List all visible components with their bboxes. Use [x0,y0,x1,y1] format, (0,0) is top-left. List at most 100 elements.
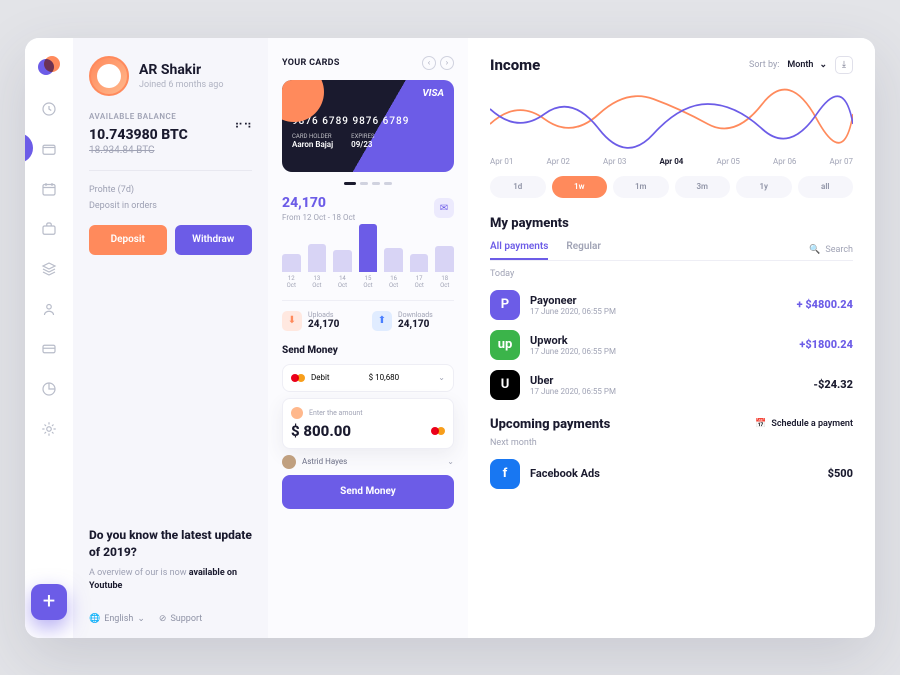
payment-date: 17 June 2020, 06:55 PM [530,347,616,356]
date-label[interactable]: Apr 02 [547,157,570,166]
card-icon[interactable] [40,340,58,358]
logo [38,56,60,78]
merchant-icon: f [490,459,520,489]
credit-card[interactable]: VISA 9876 6789 9876 6789 CARD HOLDERAaro… [282,80,454,172]
add-button[interactable]: + [31,584,67,620]
range-pill[interactable]: 1m [613,176,669,198]
income-chart [490,84,853,149]
range-pill[interactable]: all [798,176,854,198]
contact-select[interactable]: Astrid Hayes⌄ [282,455,454,469]
main-panel: Income Sort by: Month⌄ ⤓ Apr 01Apr 02Apr… [468,38,875,638]
layers-icon[interactable] [40,260,58,278]
avatar[interactable] [89,56,129,96]
bar-item[interactable]: 16Oct [384,248,403,289]
payment-row[interactable]: f Facebook Ads $500 [490,454,853,494]
range-pill[interactable]: 1w [552,176,608,198]
profile-panel: AR Shakir Joined 6 months ago AVAILABLE … [73,38,268,638]
card-brand: VISA [422,88,444,99]
active-indicator [25,133,33,163]
user-icon[interactable] [40,300,58,318]
download-button[interactable]: ⤓ [835,56,853,74]
amount-input[interactable]: $ 800.00 [291,422,351,440]
withdraw-button[interactable]: Withdraw [175,225,253,255]
cards-title: YOUR CARDS [282,58,340,68]
tab-regular[interactable]: Regular [566,241,601,260]
debit-select[interactable]: Debit $ 10,680 ⌄ [282,364,454,392]
schedule-button[interactable]: 📅 Schedule a payment [755,419,853,429]
support-link[interactable]: ⊘ Support [159,614,202,624]
payment-date: 17 June 2020, 06:55 PM [530,307,616,316]
payment-row[interactable]: PPayoneer17 June 2020, 06:55 PM+ $4800.2… [490,285,853,325]
balance-label: AVAILABLE BALANCE [89,112,252,121]
merchant-name: Uber [530,374,616,387]
download-icon: ⬆ [372,311,392,331]
date-label[interactable]: Apr 05 [717,157,740,166]
bar-item[interactable]: 12Oct [282,254,301,289]
payment-row[interactable]: upUpwork17 June 2020, 06:55 PM+$1800.24 [490,325,853,365]
date-label[interactable]: Apr 01 [490,157,513,166]
bar-item[interactable]: 18Oct [435,246,454,289]
card-pagination[interactable] [282,182,454,185]
bar-item[interactable]: 17Oct [410,254,429,289]
message-button[interactable]: ✉ [434,198,454,218]
weekly-bars: 12Oct13Oct14Oct15Oct16Oct17Oct18Oct [282,232,454,290]
date-label[interactable]: Apr 06 [773,157,796,166]
merchant-name: Facebook Ads [530,467,600,480]
app-window: + AR Shakir Joined 6 months ago AVAILABL… [25,38,875,638]
recipient-avatar [291,407,303,419]
payment-list: PPayoneer17 June 2020, 06:55 PM+ $4800.2… [490,285,853,405]
merchant-name: Payoneer [530,294,616,307]
divider [89,170,252,171]
deposit-button[interactable]: Deposit [89,225,167,255]
news-body: A overview of our is now available on Yo… [89,567,252,594]
downloads-value: 24,170 [398,319,433,330]
tab-all-payments[interactable]: All payments [490,241,548,260]
next-card-button[interactable]: › [440,56,454,70]
sparkline-icon: ⠋⠙ [234,121,252,135]
upcoming-title: Upcoming payments [490,417,610,432]
dashboard-icon[interactable] [40,100,58,118]
card-holder: Aaron Bajaj [292,140,333,149]
group-next-month: Next month [490,438,853,448]
payment-amount: $500 [828,467,853,480]
mastercard-icon [291,373,305,383]
language-select[interactable]: 🌐 English ⌄ [89,614,145,624]
orders-label: Deposit in orders [89,201,252,211]
news-title: Do you know the latest update of 2019? [89,527,252,561]
user-joined: Joined 6 months ago [139,80,224,90]
upload-icon: ⬇ [282,311,302,331]
news-card: Do you know the latest update of 2019? A… [89,527,252,594]
merchant-icon: U [490,370,520,400]
user-name: AR Shakir [139,62,224,78]
payment-row[interactable]: UUber17 June 2020, 06:55 PM-$24.32 [490,365,853,405]
card-expiry: 09/23 [351,140,374,149]
bar-item[interactable]: 14Oct [333,250,352,289]
range-pill[interactable]: 3m [675,176,731,198]
date-label[interactable]: Apr 07 [830,157,853,166]
range-pill[interactable]: 1y [736,176,792,198]
briefcase-icon[interactable] [40,220,58,238]
cards-panel: YOUR CARDS ‹ › VISA 9876 6789 9876 6789 … [268,38,468,638]
income-title: Income [490,56,540,74]
payments-title: My payments [490,216,853,231]
bar-item[interactable]: 13Oct [308,244,327,289]
mastercard-icon [431,426,445,436]
date-labels: Apr 01 Apr 02 Apr 03 Apr 04 Apr 05 Apr 06 Apr … [490,157,853,166]
bar-item[interactable]: 15Oct [359,224,378,289]
date-label[interactable]: Apr 04 [660,157,684,166]
calendar-icon[interactable] [40,180,58,198]
pie-icon[interactable] [40,380,58,398]
send-money-button[interactable]: Send Money [282,475,454,509]
amount-input-card: Enter the amount $ 800.00 [282,398,454,449]
search-input[interactable]: 🔍 Search [809,245,853,255]
stat-value: 24,170 [282,195,355,211]
range-pill[interactable]: 1d [490,176,546,198]
wallet-icon[interactable] [40,140,58,158]
settings-icon[interactable] [40,420,58,438]
sort-select[interactable]: Month⌄ [787,60,827,70]
nav-rail: + [25,38,73,638]
uploads-value: 24,170 [308,319,339,330]
date-label[interactable]: Apr 03 [603,157,626,166]
payment-date: 17 June 2020, 06:55 PM [530,387,616,396]
prev-card-button[interactable]: ‹ [422,56,436,70]
